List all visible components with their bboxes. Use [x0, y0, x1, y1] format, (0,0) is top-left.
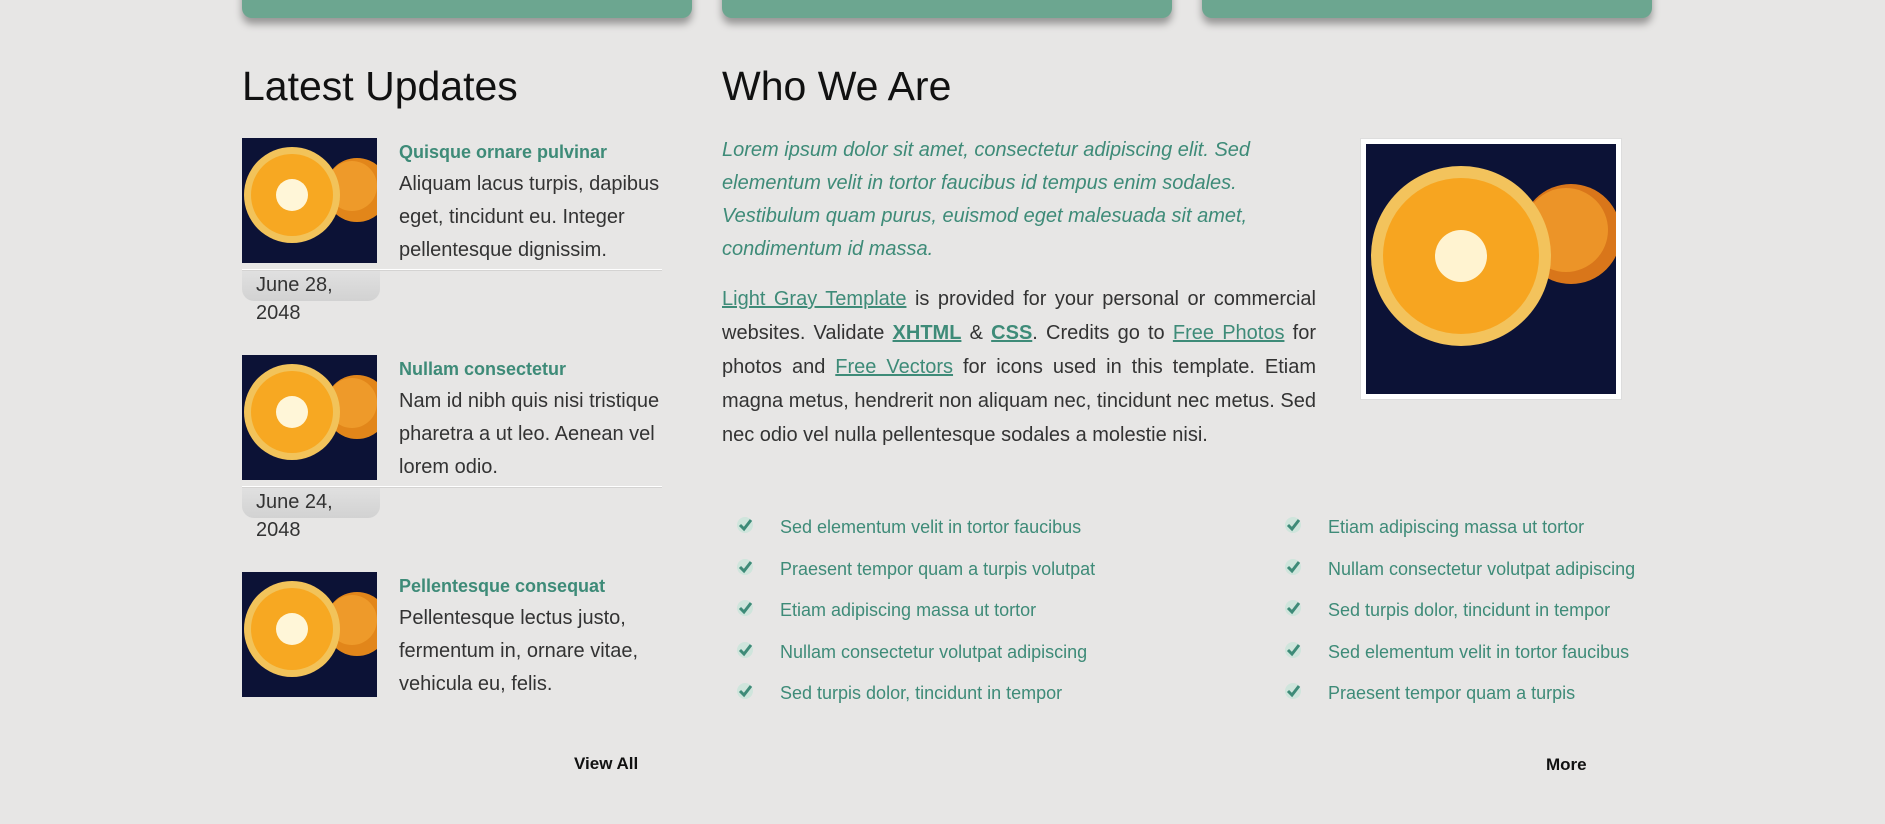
check-icon — [736, 599, 780, 622]
list-item: Etiam adipiscing massa ut tortor — [1284, 516, 1635, 558]
orange-image-icon — [1366, 144, 1616, 394]
xhtml-link[interactable]: XHTML — [893, 322, 962, 344]
top-box-1 — [242, 0, 692, 18]
list-item: Praesent tempor quam a turpis — [1284, 682, 1635, 724]
check-icon — [1284, 599, 1328, 622]
check-icon — [1284, 641, 1328, 664]
css-link[interactable]: CSS — [991, 322, 1032, 344]
orange-thumbnail[interactable] — [242, 572, 377, 697]
date-badge: June 28, 2048 — [242, 271, 380, 324]
top-box-3 — [1202, 0, 1652, 18]
list-item: Nullam consectetur volutpat adipiscing — [1284, 558, 1635, 600]
list-item-text[interactable]: Praesent tempor quam a turpis — [1328, 682, 1575, 704]
news-text: Aliquam lacus turpis, dapibus eget, tinc… — [399, 173, 660, 261]
orange-thumbnail[interactable] — [242, 355, 377, 480]
check-icon — [1284, 516, 1328, 539]
date-badge: June 24, 2048 — [242, 488, 380, 541]
news-text: Pellentesque lectus justo, fermentum in,… — [399, 607, 638, 695]
para-text: & — [961, 322, 992, 344]
free-vectors-link[interactable]: Free Vectors — [835, 356, 953, 378]
who-we-are-heading: Who We Are — [722, 63, 952, 109]
news-text: Nam id nibh quis nisi tristique pharetra… — [399, 390, 660, 478]
list-item-text[interactable]: Nullam consectetur volutpat adipiscing — [1328, 558, 1635, 580]
check-icon — [736, 641, 780, 664]
list-item-text[interactable]: Sed elementum velit in tortor faucibus — [1328, 641, 1629, 663]
free-photos-link[interactable]: Free Photos — [1173, 322, 1285, 344]
feature-list-right: Etiam adipiscing massa ut tortor Nullam … — [1284, 516, 1635, 724]
news-title[interactable]: Nullam consectetur — [399, 359, 566, 380]
list-item-text[interactable]: Etiam adipiscing massa ut tortor — [1328, 516, 1584, 538]
check-icon — [736, 516, 780, 539]
latest-updates-heading: Latest Updates — [242, 63, 518, 109]
para-text: . Credits go to — [1032, 322, 1173, 344]
check-icon — [736, 682, 780, 705]
feature-list-left: Sed elementum velit in tortor faucibus P… — [736, 516, 1095, 724]
list-item-text[interactable]: Sed turpis dolor, tincidunt in tempor — [780, 682, 1062, 704]
check-icon — [736, 558, 780, 581]
light-gray-template-link[interactable]: Light Gray Template — [722, 288, 906, 310]
orange-image-icon — [242, 355, 377, 480]
body-paragraph: Light Gray Template is provided for your… — [722, 282, 1316, 452]
list-item-text[interactable]: Nullam consectetur volutpat adipiscing — [780, 641, 1087, 663]
list-item: Sed elementum velit in tortor faucibus — [736, 516, 1095, 558]
list-item: Sed turpis dolor, tincidunt in tempor — [736, 682, 1095, 724]
orange-image-icon — [242, 572, 377, 697]
list-item-text[interactable]: Sed turpis dolor, tincidunt in tempor — [1328, 599, 1610, 621]
list-item: Sed elementum velit in tortor faucibus — [1284, 641, 1635, 683]
list-item-text[interactable]: Etiam adipiscing massa ut tortor — [780, 599, 1036, 621]
view-all-link[interactable]: View All — [574, 754, 638, 774]
list-item-text[interactable]: Praesent tempor quam a turpis volutpat — [780, 558, 1095, 580]
orange-thumbnail[interactable] — [242, 138, 377, 263]
list-item: Nullam consectetur volutpat adipiscing — [736, 641, 1095, 683]
more-link[interactable]: More — [1546, 755, 1587, 775]
news-title[interactable]: Quisque ornare pulvinar — [399, 142, 607, 163]
top-box-2 — [722, 0, 1172, 18]
news-title[interactable]: Pellentesque consequat — [399, 576, 605, 597]
main-orange-photo — [1360, 138, 1622, 400]
intro-text: Lorem ipsum dolor sit amet, consectetur … — [722, 139, 1251, 260]
orange-image-icon — [242, 138, 377, 263]
list-item-text[interactable]: Sed elementum velit in tortor faucibus — [780, 516, 1081, 538]
list-item: Sed turpis dolor, tincidunt in tempor — [1284, 599, 1635, 641]
list-item: Praesent tempor quam a turpis volutpat — [736, 558, 1095, 600]
check-icon — [1284, 682, 1328, 705]
list-item: Etiam adipiscing massa ut tortor — [736, 599, 1095, 641]
check-icon — [1284, 558, 1328, 581]
